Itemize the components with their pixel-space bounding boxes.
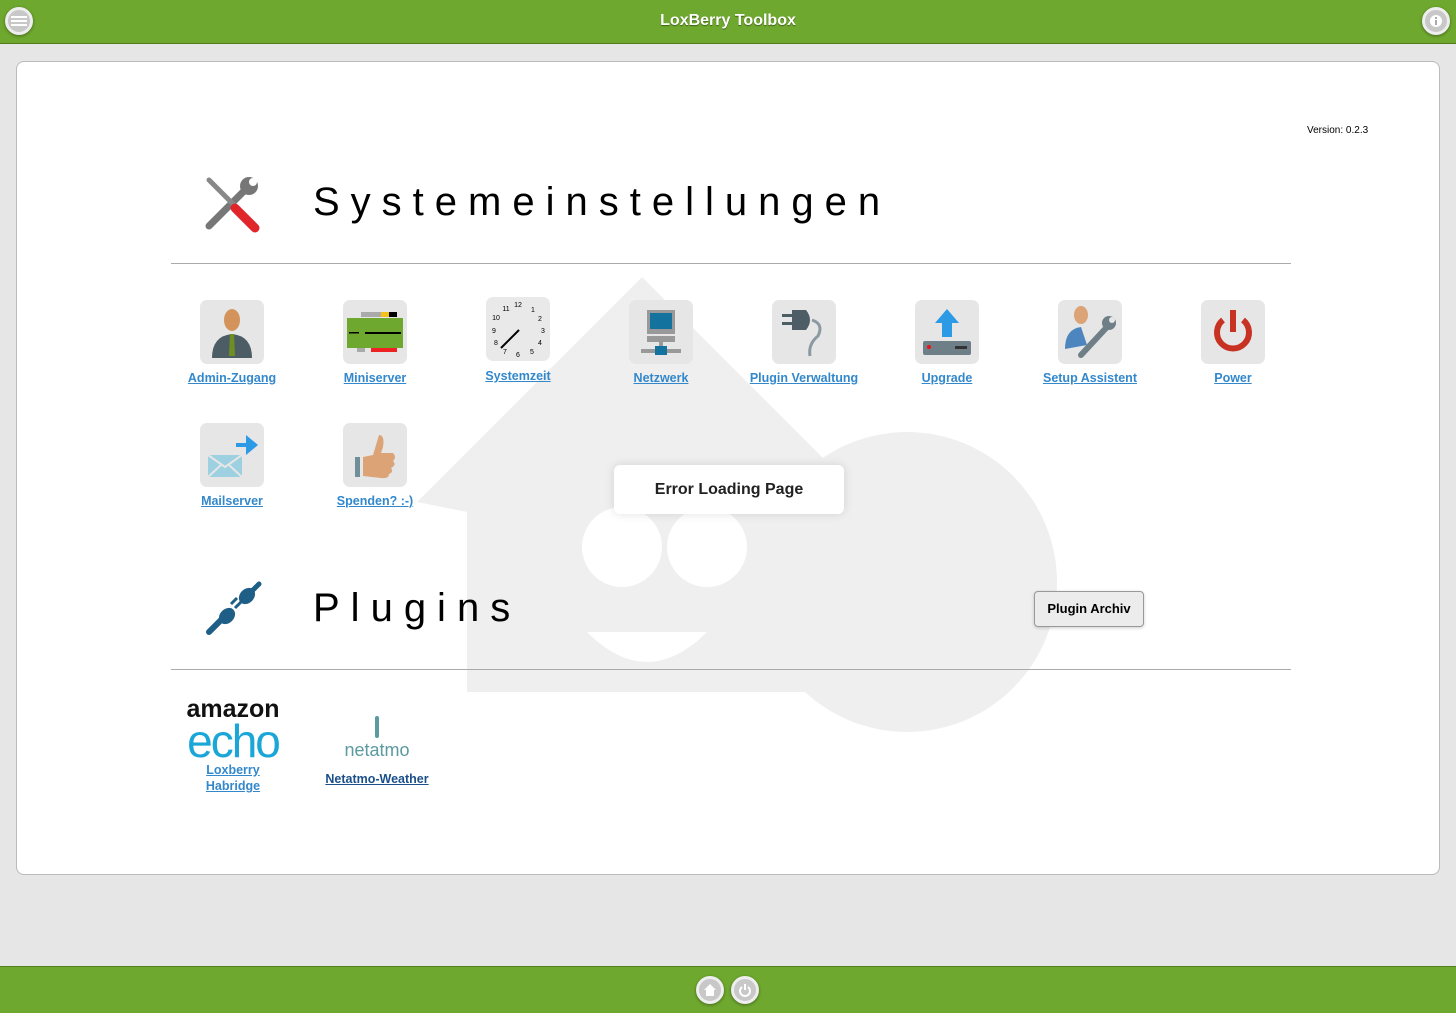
netatmo-logo: netatmo [344, 740, 410, 760]
tile-link[interactable]: Upgrade [887, 371, 1007, 385]
network-icon[interactable] [629, 300, 693, 364]
tile-link[interactable]: Netzwerk [601, 371, 721, 385]
tile-systemzeit[interactable]: 12 1 2 3 4 5 6 7 8 9 10 11 Systemzeit [458, 297, 578, 383]
app-title: LoxBerry Toolbox [660, 12, 796, 29]
error-loading-message: Error Loading Page [614, 465, 844, 514]
tile-power[interactable]: Power [1173, 300, 1293, 385]
svg-text:1: 1 [531, 307, 535, 314]
clock-icon[interactable]: 12 1 2 3 4 5 6 7 8 9 10 11 [486, 297, 550, 361]
tile-netzwerk[interactable]: Netzwerk [601, 300, 721, 385]
svg-text:4: 4 [538, 340, 542, 347]
divider [171, 263, 1291, 264]
version-label: Version: 0.2.3 [1307, 125, 1369, 136]
plugin-netatmo-weather[interactable]: netatmo Netatmo-Weather [317, 716, 437, 786]
tile-link[interactable]: Power [1173, 371, 1293, 385]
power-icon [739, 984, 751, 997]
header-bar: LoxBerry Toolbox [0, 0, 1456, 44]
thumbs-up-icon[interactable] [343, 423, 407, 487]
tile-link[interactable]: Mailserver [172, 494, 292, 508]
tile-link[interactable]: Setup Assistent [1030, 371, 1150, 385]
plug-icon[interactable] [772, 300, 836, 364]
home-button[interactable] [696, 976, 724, 1004]
plugin-plug-icon [206, 581, 262, 635]
tile-link[interactable]: Spenden? :-) [315, 494, 435, 508]
footer-bar [0, 966, 1456, 1013]
svg-text:12: 12 [514, 302, 522, 309]
plugin-archive-button[interactable]: Plugin Archiv [1034, 591, 1144, 627]
svg-text:7: 7 [503, 349, 507, 356]
svg-text:9: 9 [492, 328, 496, 335]
divider [171, 669, 1291, 670]
tile-link[interactable]: Systemzeit [458, 369, 578, 383]
tile-miniserver[interactable]: Miniserver [315, 300, 435, 385]
tile-admin-zugang[interactable]: Admin-Zugang [172, 300, 292, 385]
info-icon [1430, 15, 1442, 27]
mail-icon[interactable] [200, 423, 264, 487]
home-icon [704, 984, 716, 996]
section-title-plugins: Plugins [313, 586, 522, 630]
setup-assistant-icon[interactable] [1058, 300, 1122, 364]
content-card: Version: 0.2.3 Systemeinstellungen Admin… [16, 61, 1440, 875]
tile-plugin-verwaltung[interactable]: Plugin Verwaltung [744, 300, 864, 385]
svg-text:8: 8 [494, 340, 498, 347]
power-button[interactable] [731, 976, 759, 1004]
tools-icon [205, 177, 260, 233]
svg-text:6: 6 [516, 352, 520, 359]
svg-text:2: 2 [538, 316, 542, 323]
svg-text:10: 10 [492, 315, 500, 322]
tile-link[interactable]: Miniserver [315, 371, 435, 385]
tile-upgrade[interactable]: Upgrade [887, 300, 1007, 385]
echo-logo: echo [187, 715, 281, 767]
info-button[interactable] [1422, 7, 1450, 35]
tile-link[interactable]: Plugin Verwaltung [744, 371, 864, 385]
upgrade-icon[interactable] [915, 300, 979, 364]
miniserver-icon[interactable] [343, 300, 407, 364]
section-title-systemeinstellungen: Systemeinstellungen [313, 180, 892, 224]
power-icon[interactable] [1201, 300, 1265, 364]
netatmo-logo-bar [375, 716, 379, 738]
tile-setup-assistent[interactable]: Setup Assistent [1030, 300, 1150, 385]
tile-spenden[interactable]: Spenden? :-) [315, 423, 435, 508]
plugin-link-netatmo-weather[interactable]: Netatmo-Weather [317, 772, 437, 786]
svg-text:3: 3 [541, 328, 545, 335]
svg-text:5: 5 [530, 349, 534, 356]
tile-link[interactable]: Admin-Zugang [172, 371, 292, 385]
admin-user-icon[interactable] [200, 300, 264, 364]
plugin-loxberry-habridge[interactable]: amazon echo Loxberry Habridge [173, 697, 293, 794]
svg-text:11: 11 [502, 306, 509, 313]
tile-mailserver[interactable]: Mailserver [172, 423, 292, 508]
